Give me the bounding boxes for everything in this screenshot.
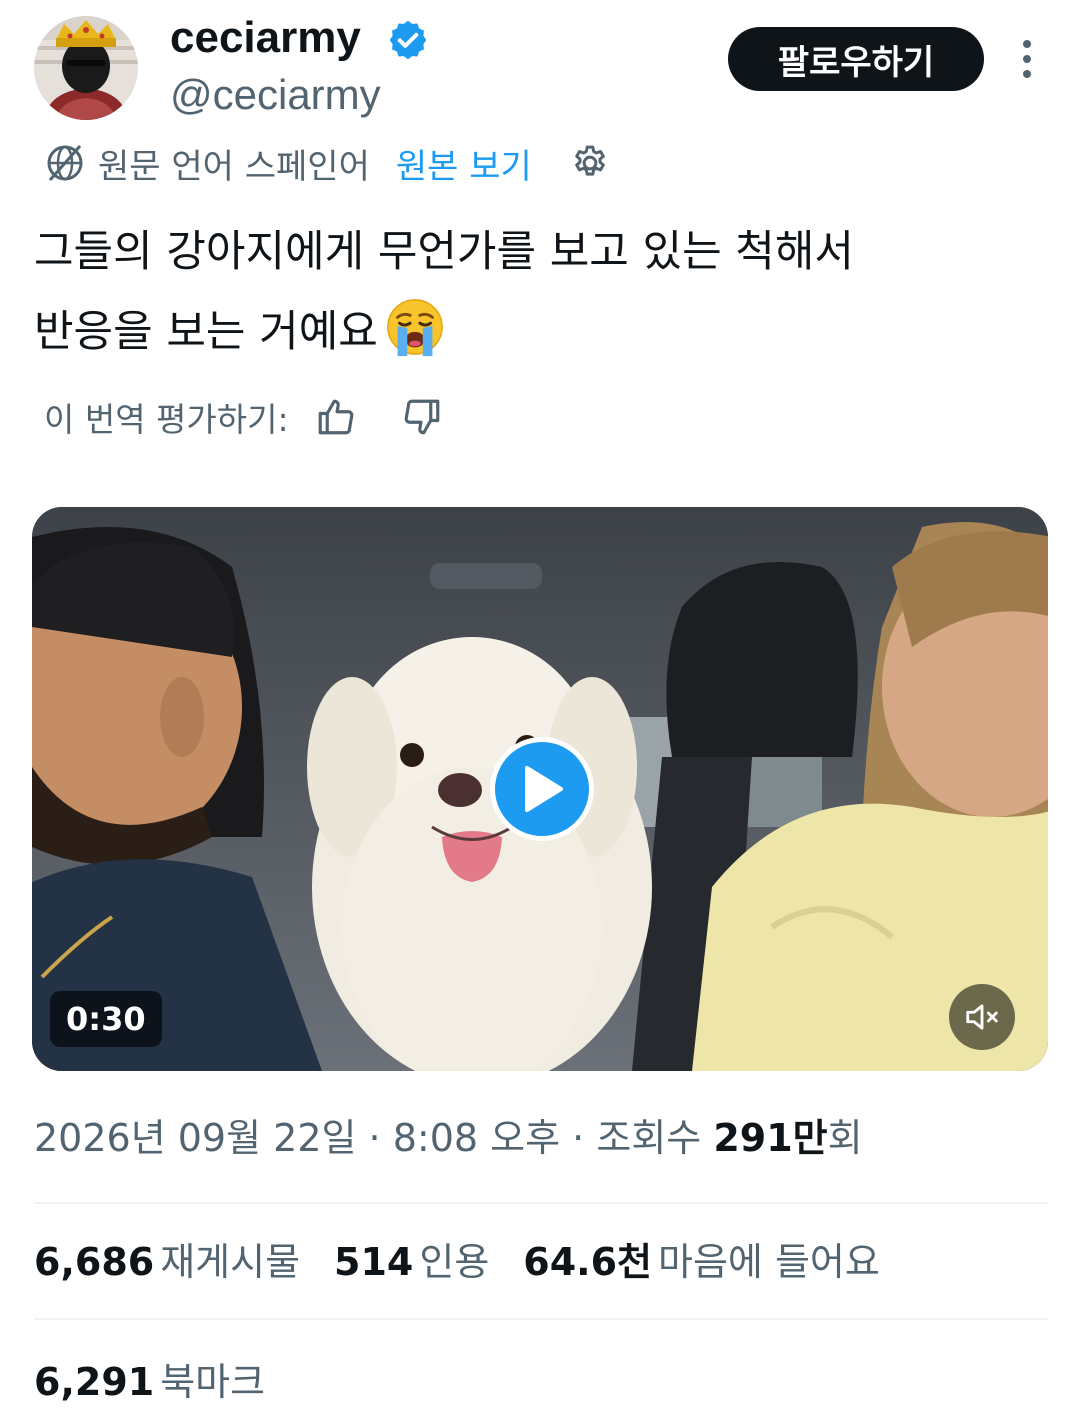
tweet-date[interactable]: 2026년 09월 22일: [34, 1116, 356, 1160]
tweet-text-line-content: 반응을 보는 거예요: [34, 307, 378, 357]
likes-stat[interactable]: 64.6천 마음에 들어요: [523, 1232, 880, 1292]
bookmarks-count: 6,291: [34, 1360, 155, 1404]
quotes-stat[interactable]: 514 인용: [334, 1232, 489, 1292]
divider: [34, 1318, 1048, 1320]
views-count: 291만: [713, 1116, 828, 1160]
source-language-label: 원문 언어 스페인어: [98, 146, 370, 187]
meta-separator: ·: [368, 1116, 381, 1160]
meta-separator: ·: [572, 1116, 585, 1160]
user-handle[interactable]: @ceciarmy: [170, 70, 381, 120]
more-options-icon[interactable]: [1008, 36, 1046, 82]
bookmarks-stat[interactable]: 6,291 북마크: [34, 1352, 265, 1412]
divider: [34, 1202, 1048, 1204]
play-icon: [525, 766, 563, 812]
tweet-text-line: 반응을 보는 거예요: [34, 292, 1044, 372]
tweet-header: ceciarmy @ceciarmy 팔로우하기: [0, 0, 1070, 130]
follow-button[interactable]: 팔로우하기: [728, 27, 984, 91]
play-button[interactable]: [490, 737, 594, 841]
gear-icon[interactable]: [570, 143, 610, 183]
speaker-muted-icon: [966, 1004, 998, 1030]
video-player[interactable]: 0:30: [32, 507, 1048, 1071]
tweet-text-line: 그들의 강아지에게 무언가를 보고 있는 척해서: [34, 227, 854, 277]
likes-label: 마음에 들어요: [658, 1240, 880, 1284]
translation-bar: 원문 언어 스페인어 원본 보기: [42, 138, 610, 188]
rate-translation-bar: 이 번역 평가하기:: [44, 390, 443, 444]
engagement-stats: 6,686 재게시물 514 인용 64.6천 마음에 들어요: [34, 1232, 914, 1292]
tweet-time[interactable]: 8:08 오후: [393, 1116, 560, 1160]
tweet-text: 그들의 강아지에게 무언가를 보고 있는 척해서 반응을 보는 거예요: [34, 212, 1044, 372]
mute-toggle-button[interactable]: [949, 984, 1015, 1050]
thumbs-up-icon[interactable]: [315, 396, 357, 438]
quotes-count: 514: [334, 1240, 414, 1284]
quotes-label: 인용: [419, 1240, 490, 1284]
thumbs-down-icon[interactable]: [401, 396, 443, 438]
rate-translation-label: 이 번역 평가하기:: [44, 400, 289, 439]
video-duration: 0:30: [50, 991, 162, 1047]
reposts-label: 재게시물: [160, 1240, 301, 1284]
verified-badge-icon: [386, 18, 430, 62]
bookmarks-label: 북마크: [160, 1360, 266, 1404]
views-label: 조회수: [596, 1116, 702, 1160]
reposts-stat[interactable]: 6,686 재게시물: [34, 1232, 300, 1292]
views-suffix: 회: [827, 1116, 863, 1160]
likes-count: 64.6천: [523, 1240, 653, 1284]
display-name[interactable]: ceciarmy: [170, 12, 361, 64]
tweet-meta: 2026년 09월 22일 · 8:08 오후 · 조회수 291만회: [34, 1110, 863, 1166]
avatar[interactable]: [34, 16, 138, 120]
show-original-link[interactable]: 원본 보기: [396, 139, 532, 188]
translate-globe-icon: [47, 145, 83, 181]
crying-face-emoji-icon: [384, 296, 446, 358]
reposts-count: 6,686: [34, 1240, 155, 1284]
